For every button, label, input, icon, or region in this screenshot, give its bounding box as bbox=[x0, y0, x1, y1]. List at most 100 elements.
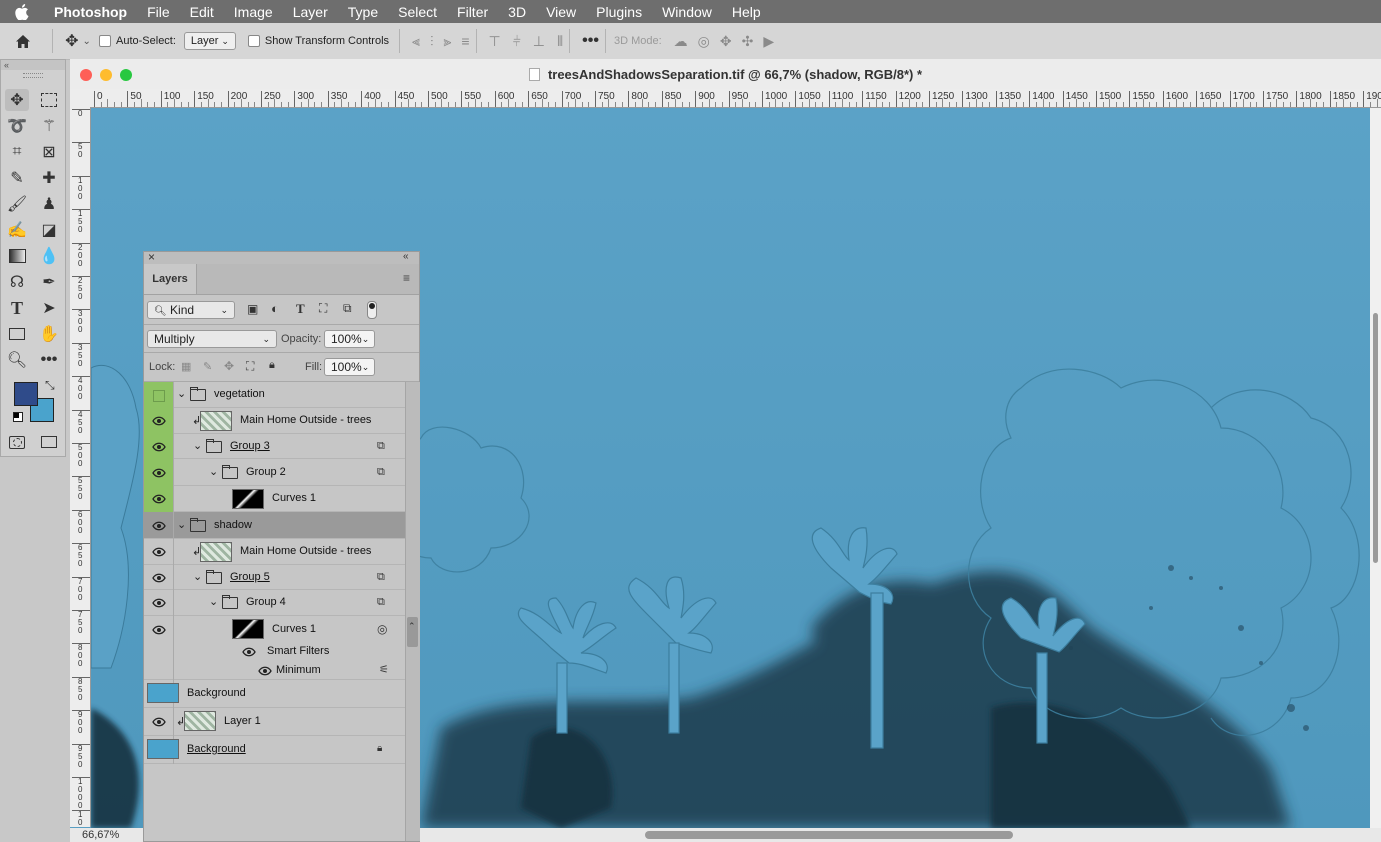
menu-layer[interactable]: Layer bbox=[283, 4, 338, 20]
smart-filters-eye-icon[interactable] bbox=[242, 647, 256, 660]
collapse-panel-icon[interactable]: « bbox=[403, 251, 409, 262]
panel-menu-icon[interactable]: ≡ bbox=[403, 271, 410, 285]
tools-grip[interactable] bbox=[23, 73, 43, 78]
layer-row[interactable]: ⌄ Group 2 ⧉ bbox=[144, 459, 405, 486]
layer-visibility-toggle[interactable] bbox=[144, 382, 174, 408]
quick-mask-icon[interactable] bbox=[5, 431, 29, 453]
distribute-h-icon[interactable]: ≡ bbox=[461, 33, 469, 50]
layer-row[interactable]: ⌄ Group 4 ⧉ bbox=[144, 590, 405, 616]
filter-kind-dropdown[interactable]: 🔍︎ Kind ⌄ bbox=[147, 301, 235, 319]
layer-name[interactable]: Main Home Outside - trees bbox=[240, 414, 371, 426]
filter-toggle-switch[interactable] bbox=[367, 301, 377, 319]
auto-select-dropdown[interactable]: Layer ⌄ bbox=[183, 32, 236, 50]
layer-row[interactable]: ↲ Main Home Outside - trees bbox=[144, 408, 405, 434]
minimum-filter-eye-icon[interactable] bbox=[258, 666, 272, 679]
default-colors-icon[interactable] bbox=[13, 412, 23, 422]
fill-field[interactable]: 100% ⌄ bbox=[324, 358, 375, 376]
chevron-down-icon[interactable]: ⌄ bbox=[209, 595, 218, 608]
zoom-window-button[interactable] bbox=[120, 69, 132, 81]
3d-slide-icon[interactable]: ✣ bbox=[742, 33, 754, 50]
horizontal-scroll-thumb[interactable] bbox=[645, 831, 1013, 839]
vertical-scroll-thumb[interactable] bbox=[1373, 313, 1378, 563]
curves-mask-thumbnail[interactable] bbox=[232, 619, 264, 639]
layer-row[interactable]: Curves 1 ◎ Smart Filters Minimum ⚟ bbox=[144, 616, 405, 680]
apple-icon[interactable] bbox=[0, 3, 44, 20]
auto-select-toggle[interactable]: Auto-Select: bbox=[99, 30, 176, 52]
ruler-origin[interactable] bbox=[70, 89, 90, 107]
menu-file[interactable]: File bbox=[137, 4, 180, 20]
filter-adjustment-icon[interactable]: ◐ bbox=[271, 301, 279, 316]
layer-name[interactable]: Group 3 bbox=[230, 440, 270, 452]
move-tool-preset-button[interactable]: ✥ ⌄ bbox=[59, 30, 97, 52]
path-selection-tool-icon[interactable]: ➤ bbox=[37, 297, 61, 319]
brush-tool-icon[interactable]: 🖌 bbox=[5, 193, 29, 215]
menu-plugins[interactable]: Plugins bbox=[586, 4, 652, 20]
layer-visibility-toggle[interactable] bbox=[144, 708, 174, 736]
frame-tool-icon[interactable]: ⊠ bbox=[37, 141, 61, 163]
layer-fill-thumbnail[interactable] bbox=[147, 683, 179, 703]
layer-name[interactable]: Group 5 bbox=[230, 571, 270, 583]
scroll-up-icon[interactable]: ⌃ bbox=[408, 621, 416, 632]
stamp-tool-icon[interactable]: ♟ bbox=[37, 193, 61, 215]
history-brush-tool-icon[interactable]: ✍ bbox=[5, 219, 29, 241]
smart-object-thumbnail[interactable] bbox=[200, 411, 232, 431]
healing-brush-tool-icon[interactable]: ✚ bbox=[37, 167, 61, 189]
lasso-tool-icon[interactable]: ➰ bbox=[5, 115, 29, 137]
layer-visibility-toggle[interactable] bbox=[144, 434, 174, 459]
menu-3d[interactable]: 3D bbox=[498, 4, 536, 20]
distribute-v-icon[interactable]: ⦀ bbox=[557, 33, 563, 50]
lock-artboard-icon[interactable]: ⛶ bbox=[246, 359, 254, 374]
layer-row[interactable]: ⌄ Group 3 ⧉ bbox=[144, 434, 405, 459]
lock-all-icon[interactable]: 🔒︎ bbox=[269, 359, 275, 372]
menu-app-name[interactable]: Photoshop bbox=[44, 4, 137, 20]
chevron-down-icon[interactable]: ⌄ bbox=[177, 518, 186, 531]
layer-name[interactable]: shadow bbox=[214, 519, 252, 531]
menu-window[interactable]: Window bbox=[652, 4, 722, 20]
tab-layers[interactable]: Layers bbox=[144, 264, 197, 294]
lock-pixels-icon[interactable]: ✎ bbox=[203, 360, 212, 373]
align-top-icon[interactable]: ⊤ bbox=[489, 33, 501, 50]
opacity-field[interactable]: 100% ⌄ bbox=[324, 330, 375, 348]
layer-visibility-toggle[interactable] bbox=[144, 486, 174, 512]
dodge-tool-icon[interactable]: ☊ bbox=[5, 271, 29, 293]
layer-visibility-toggle[interactable] bbox=[144, 565, 174, 590]
3d-pan-icon[interactable]: ✥ bbox=[720, 33, 732, 50]
layer-name[interactable]: Layer 1 bbox=[224, 715, 261, 727]
chevron-down-icon[interactable]: ⌄ bbox=[177, 387, 186, 400]
layer-row[interactable]: ↲ Main Home Outside - trees bbox=[144, 539, 405, 565]
smart-filters-label[interactable]: Smart Filters bbox=[267, 645, 329, 657]
layer-row[interactable]: ⌄ Group 5 ⧉ bbox=[144, 565, 405, 590]
move-tool-icon[interactable]: ✥ bbox=[5, 89, 29, 111]
chevron-down-icon[interactable]: ⌄ bbox=[193, 439, 202, 452]
curves-mask-thumbnail[interactable] bbox=[232, 489, 264, 509]
menu-select[interactable]: Select bbox=[388, 4, 447, 20]
vertical-scrollbar[interactable] bbox=[1370, 108, 1381, 828]
type-tool-icon[interactable]: T bbox=[5, 297, 29, 319]
menu-edit[interactable]: Edit bbox=[180, 4, 224, 20]
more-options-icon[interactable]: ••• bbox=[582, 32, 599, 50]
layer-row[interactable]: ↲ Layer 1 bbox=[144, 708, 405, 736]
pen-tool-icon[interactable]: ✒ bbox=[37, 271, 61, 293]
layer-row[interactable]: ⌄ shadow bbox=[144, 512, 405, 539]
filter-type-icon[interactable]: T bbox=[296, 301, 305, 317]
magic-wand-tool-icon[interactable]: ⚚ bbox=[37, 115, 61, 137]
foreground-color-swatch[interactable] bbox=[14, 382, 38, 406]
hand-tool-icon[interactable]: ✋ bbox=[37, 323, 61, 345]
3d-orbit-icon[interactable]: ☁ bbox=[674, 33, 688, 50]
align-bottom-icon[interactable]: ⊥ bbox=[533, 33, 545, 50]
blur-tool-icon[interactable]: 💧 bbox=[37, 245, 61, 267]
layer-visibility-toggle[interactable] bbox=[144, 590, 174, 616]
layer-row[interactable]: Curves 1 bbox=[144, 486, 405, 512]
layer-name[interactable]: Group 2 bbox=[246, 466, 286, 478]
swap-colors-icon[interactable]: ⤡ bbox=[45, 378, 55, 393]
eraser-tool-icon[interactable]: ◪ bbox=[37, 219, 61, 241]
menu-type[interactable]: Type bbox=[338, 4, 388, 20]
tools-collapse-handle[interactable]: « bbox=[1, 60, 65, 70]
layer-name[interactable]: Main Home Outside - trees bbox=[240, 545, 371, 557]
smart-object-thumbnail[interactable] bbox=[200, 542, 232, 562]
show-transform-checkbox[interactable] bbox=[247, 35, 260, 47]
layer-fill-thumbnail[interactable] bbox=[147, 739, 179, 759]
3d-roll-icon[interactable]: ◎ bbox=[698, 33, 710, 50]
horizontal-ruler[interactable]: 0 50 100 150 200 250 300 350 400 450 500 550 600 650 7… bbox=[90, 89, 1381, 108]
layer-name[interactable]: Curves 1 bbox=[272, 492, 316, 504]
